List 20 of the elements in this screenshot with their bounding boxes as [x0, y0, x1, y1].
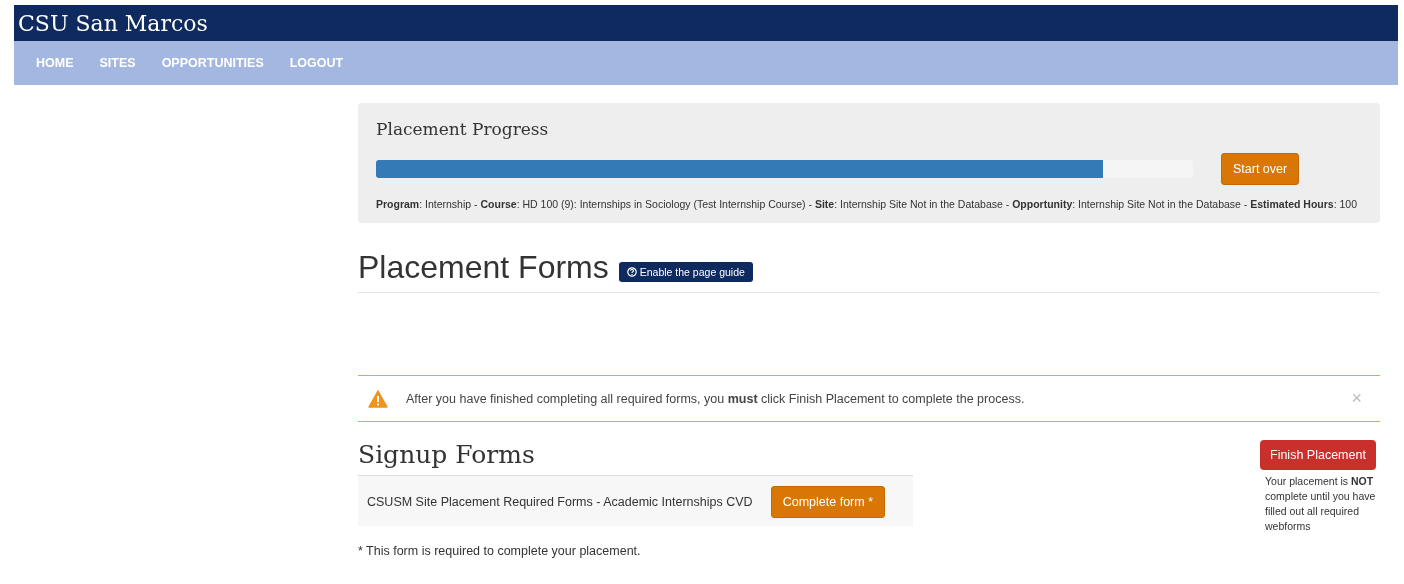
- page-heading: Placement Forms: [358, 249, 609, 286]
- site-title: CSU San Marcos: [18, 10, 208, 36]
- finish-placement-button[interactable]: Finish Placement: [1260, 440, 1376, 470]
- footnote: * This form is required to complete your placement.: [358, 544, 642, 558]
- nav-link[interactable]: SITES: [99, 56, 136, 70]
- panel-title: Placement Progress: [376, 119, 550, 139]
- nav-link[interactable]: LOGOUT: [289, 56, 344, 70]
- placement-note: Your placement is NOT complete until you have filled out all required webforms: [1265, 474, 1377, 534]
- help-icon: [626, 266, 637, 277]
- warning-icon: [368, 389, 388, 408]
- section-heading: Signup Forms: [358, 440, 536, 469]
- page-guide-button[interactable]: Enable the page guide: [618, 261, 753, 282]
- nav-link[interactable]: OPPORTUNITIES: [161, 56, 264, 70]
- form-name: CSUSM Site Placement Required Forms - Academic Internships CVD: [367, 495, 753, 509]
- close-button[interactable]: ×: [1345, 388, 1368, 409]
- nav-link[interactable]: HOME: [36, 56, 74, 70]
- start-over-button[interactable]: Start over: [1221, 153, 1300, 185]
- placement-summary: Program: Internship - Course: HD 100 (9): Internships in Sociology (Test Internship Course) - Site: Internship Site Not in the Database - Opportunity: Internship Site Not in the Database - Estimated Hours: 100: [376, 197, 1359, 212]
- alert-message: After you have finished completing all required forms, you must click Finish Placement to complete the process.: [406, 391, 1026, 406]
- complete-form-button[interactable]: Complete form *: [770, 486, 885, 518]
